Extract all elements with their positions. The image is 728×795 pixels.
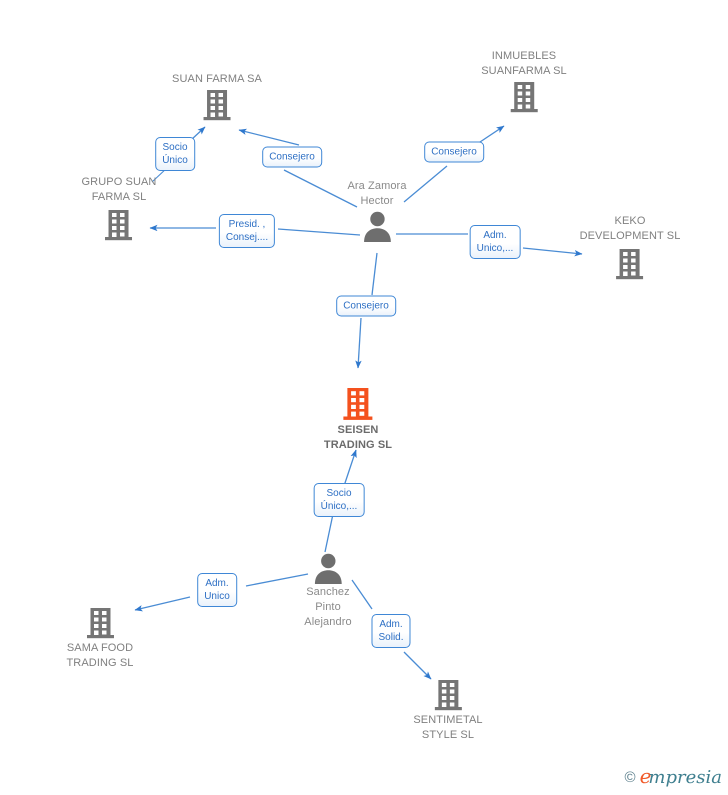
node-keko-development-sl[interactable]: KEKO DEVELOPMENT SL [580,213,681,281]
node-label-sanchez-line1: Sanchez [306,586,350,598]
person-icon [347,210,406,242]
node-ara-zamora-hector[interactable]: Ara Zamora Hector [347,178,406,242]
edge-label-line: Consejero [431,146,477,158]
edge-label-consejero-ara-inmuebles[interactable]: Consejero [424,141,484,163]
building-icon [172,88,262,122]
copyright-icon: © [624,768,636,786]
node-seisen-trading-sl[interactable]: SEISEN TRADING SL [324,386,392,452]
edge-label-socio-unico-grupo-suan[interactable]: Socio Único [155,137,195,171]
building-icon [413,678,482,712]
edge-sanchez-to-seisen-tail [324,513,334,553]
node-label-sama-line2: TRADING SL [66,657,134,669]
edge-sanchez-to-sentimetal-head [403,651,432,680]
node-label-suan-farma-sa: SUAN FARMA SA [172,73,262,85]
edge-label-adm-unico-sanchez-sama[interactable]: Adm. Unico [197,573,237,607]
watermark-wordmark: empresia [640,766,722,788]
edge-label-line: Adm. [483,230,507,241]
edge-label-line: Solid. [378,632,404,643]
node-label-sanchez-line2: Pinto [315,601,341,613]
node-label-sama-line1: SAMA FOOD [66,642,134,654]
edge-ara-to-suan-head [238,128,300,146]
building-icon [481,80,567,114]
edge-ara-to-keko-head [522,247,583,257]
person-icon [304,552,351,584]
node-sanchez-pinto-alejandro[interactable]: Sanchez Pinto Alejandro [304,552,352,629]
edge-label-line: Adm. [379,619,403,630]
edge-ara-to-suan-tail [283,169,358,208]
building-icon [580,247,681,281]
edge-label-line: Único,... [320,501,358,512]
edge-label-line: Unico,... [476,243,514,254]
edge-ara-to-inmuebles-tail [403,165,448,203]
edge-sanchez-to-sama-head [134,596,191,612]
edge-label-presid-consej-ara-grupo[interactable]: Presid. , Consej.... [218,214,276,248]
node-label-grupo-line2: FARMA SL [91,191,147,203]
edge-ara-to-seisen-head [355,317,362,369]
edge-label-line: Socio [326,488,352,499]
node-label-ara-line1: Ara Zamora [347,180,407,192]
edge-sanchez-to-seisen-head [343,449,357,487]
node-label-keko-line1: KEKO [614,215,646,227]
edge-sanchez-to-sama-tail [245,573,309,587]
node-grupo-suan-farma-sl[interactable]: GRUPO SUAN FARMA SL [82,174,157,242]
node-label-sanchez-line3: Alejandro [304,616,352,628]
node-label-inmuebles-line2: SUANFARMA SL [481,65,567,77]
node-label-sentimetal-line1: SENTIMETAL [413,714,483,726]
edge-label-line: Presid. , [228,219,266,230]
node-sentimetal-style-sl[interactable]: SENTIMETAL STYLE SL [413,678,483,742]
node-sama-food-trading-sl[interactable]: SAMA FOOD TRADING SL [66,606,133,670]
edge-label-adm-solid-sanchez-sentimetal[interactable]: Adm. Solid. [371,614,411,648]
edge-label-consejero-ara-seisen[interactable]: Consejero [336,295,396,317]
edge-label-adm-unico-ara-keko[interactable]: Adm. Unico,... [469,225,521,259]
edge-label-line: Consejero [269,151,315,163]
edge-label-line: Unico [204,591,230,602]
node-label-seisen-line2: TRADING SL [323,439,393,451]
node-label-grupo-line1: GRUPO SUAN [81,176,157,188]
watermark-rest: mpresia [648,767,722,788]
node-label-seisen-line1: SEISEN [337,424,379,436]
building-icon [82,208,157,242]
edge-label-line: Consej.... [225,232,269,243]
edge-sanchez-to-sentimetal-tail [351,579,373,610]
edge-label-socio-unico-sanchez-seisen[interactable]: Socio Único,... [313,483,365,517]
edge-label-line: Único [162,155,188,166]
edge-label-line: Adm. [205,578,229,589]
empresia-watermark: © empresia [624,766,722,788]
node-inmuebles-suanfarma-sl[interactable]: INMUEBLES SUANFARMA SL [481,48,567,114]
node-label-inmuebles-line1: INMUEBLES [491,50,557,62]
edge-label-line: Socio [162,142,188,153]
edge-label-consejero-ara-suan[interactable]: Consejero [262,146,322,168]
edge-ara-to-seisen-tail [371,252,378,296]
node-label-ara-line2: Hector [360,195,394,207]
node-suan-farma-sa[interactable]: SUAN FARMA SA [172,71,262,122]
node-label-sentimetal-line2: STYLE SL [421,729,475,741]
node-label-keko-line2: DEVELOPMENT SL [579,230,681,242]
edge-label-line: Consejero [343,300,389,312]
network-diagram-canvas: SUAN FARMA SA INMUEBLES SUANFARMA SL GRU… [0,0,728,795]
building-icon [324,386,392,422]
building-icon [66,606,133,640]
